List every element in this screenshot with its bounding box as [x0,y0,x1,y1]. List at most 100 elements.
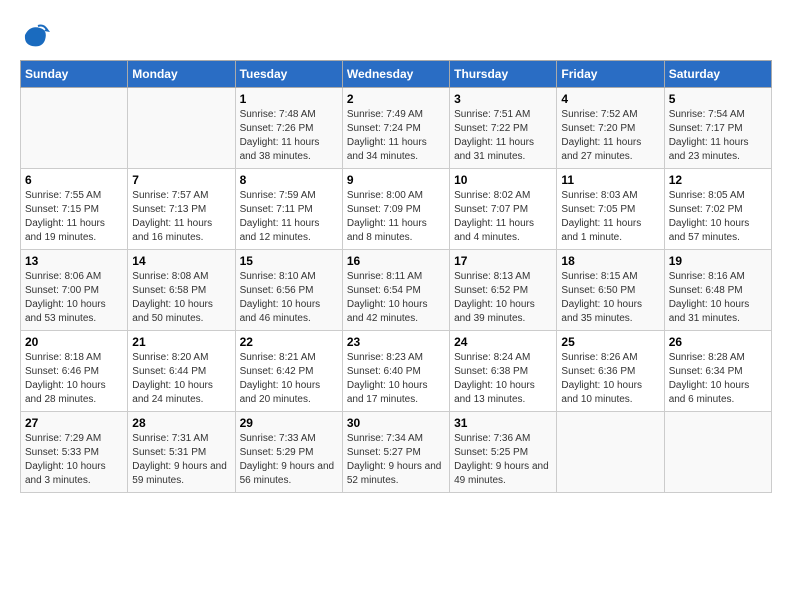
day-info: Sunrise: 7:51 AMSunset: 7:22 PMDaylight:… [454,108,552,164]
column-header-monday: Monday [128,61,235,88]
logo-icon [20,20,50,50]
day-number: 22 [240,335,338,349]
day-info: Sunrise: 8:13 AMSunset: 6:52 PMDaylight:… [454,270,552,326]
day-info: Sunrise: 7:57 AMSunset: 7:13 PMDaylight:… [132,189,230,245]
calendar-cell: 27Sunrise: 7:29 AMSunset: 5:33 PMDayligh… [21,412,128,493]
day-number: 19 [669,254,767,268]
day-number: 1 [240,92,338,106]
day-number: 14 [132,254,230,268]
calendar-cell: 19 Sunrise: 8:16 AMSunset: 6:48 PMDayligh… [664,250,771,331]
day-info: Sunrise: 8:20 AMSunset: 6:44 PMDaylight:… [132,351,230,407]
calendar-cell: 29 Sunrise: 7:33 AMSunset: 5:29 PMDayligh… [235,412,342,493]
calendar-cell: 22 Sunrise: 8:21 AMSunset: 6:42 PMDayligh… [235,331,342,412]
day-info: Sunrise: 7:54 AMSunset: 7:17 PMDaylight:… [669,108,767,164]
calendar-cell: 25 Sunrise: 8:26 AMSunset: 6:36 PMDayligh… [557,331,664,412]
day-number: 20 [25,335,123,349]
day-number: 15 [240,254,338,268]
day-info: Sunrise: 8:11 AMSunset: 6:54 PMDaylight:… [347,270,445,326]
calendar-cell: 15 Sunrise: 8:10 AMSunset: 6:56 PMDayligh… [235,250,342,331]
column-header-tuesday: Tuesday [235,61,342,88]
day-info: Sunrise: 8:16 AMSunset: 6:48 PMDaylight:… [669,270,767,326]
day-number: 4 [561,92,659,106]
calendar-week-row: 13 Sunrise: 8:06 AMSunset: 7:00 PMDayligh… [21,250,772,331]
calendar-cell: 6Sunrise: 7:55 AMSunset: 7:15 PMDaylight… [21,169,128,250]
day-number: 12 [669,173,767,187]
header-row: SundayMondayTuesdayWednesdayThursdayFrid… [21,61,772,88]
column-header-friday: Friday [557,61,664,88]
calendar-cell: 2 Sunrise: 7:49 AMSunset: 7:24 PMDaylight… [342,88,449,169]
day-info: Sunrise: 8:06 AMSunset: 7:00 PMDaylight:… [25,270,123,326]
calendar-table: SundayMondayTuesdayWednesdayThursdayFrid… [20,60,772,493]
calendar-week-row: 6Sunrise: 7:55 AMSunset: 7:15 PMDaylight… [21,169,772,250]
day-info: Sunrise: 8:26 AMSunset: 6:36 PMDaylight:… [561,351,659,407]
day-number: 16 [347,254,445,268]
column-header-saturday: Saturday [664,61,771,88]
calendar-cell [128,88,235,169]
calendar-cell: 12 Sunrise: 8:05 AMSunset: 7:02 PMDayligh… [664,169,771,250]
header [20,20,772,50]
day-number: 24 [454,335,552,349]
day-info: Sunrise: 8:15 AMSunset: 6:50 PMDaylight:… [561,270,659,326]
calendar-cell: 18Sunrise: 8:15 AMSunset: 6:50 PMDayligh… [557,250,664,331]
calendar-cell: 11Sunrise: 8:03 AMSunset: 7:05 PMDayligh… [557,169,664,250]
day-number: 23 [347,335,445,349]
column-header-sunday: Sunday [21,61,128,88]
calendar-cell [557,412,664,493]
day-number: 7 [132,173,230,187]
calendar-cell: 21 Sunrise: 8:20 AMSunset: 6:44 PMDayligh… [128,331,235,412]
calendar-cell: 9Sunrise: 8:00 AMSunset: 7:09 PMDaylight… [342,169,449,250]
calendar-cell: 26Sunrise: 8:28 AMSunset: 6:34 PMDayligh… [664,331,771,412]
day-info: Sunrise: 7:48 AMSunset: 7:26 PMDaylight:… [240,108,338,164]
calendar-week-row: 1 Sunrise: 7:48 AMSunset: 7:26 PMDaylight… [21,88,772,169]
day-number: 5 [669,92,767,106]
day-number: 10 [454,173,552,187]
calendar-week-row: 20 Sunrise: 8:18 AMSunset: 6:46 PMDayligh… [21,331,772,412]
day-info: Sunrise: 8:10 AMSunset: 6:56 PMDaylight:… [240,270,338,326]
day-number: 17 [454,254,552,268]
calendar-cell: 8 Sunrise: 7:59 AMSunset: 7:11 PMDaylight… [235,169,342,250]
day-number: 29 [240,416,338,430]
day-info: Sunrise: 8:05 AMSunset: 7:02 PMDaylight:… [669,189,767,245]
calendar-cell: 20 Sunrise: 8:18 AMSunset: 6:46 PMDayligh… [21,331,128,412]
calendar-cell: 16 Sunrise: 8:11 AMSunset: 6:54 PMDayligh… [342,250,449,331]
calendar-page: SundayMondayTuesdayWednesdayThursdayFrid… [0,0,792,513]
day-info: Sunrise: 7:33 AMSunset: 5:29 PMDaylight:… [240,432,338,488]
day-number: 8 [240,173,338,187]
day-info: Sunrise: 8:23 AMSunset: 6:40 PMDaylight:… [347,351,445,407]
calendar-cell [664,412,771,493]
calendar-cell: 30Sunrise: 7:34 AMSunset: 5:27 PMDayligh… [342,412,449,493]
day-number: 13 [25,254,123,268]
day-info: Sunrise: 8:18 AMSunset: 6:46 PMDaylight:… [25,351,123,407]
calendar-cell: 10 Sunrise: 8:02 AMSunset: 7:07 PMDayligh… [450,169,557,250]
day-info: Sunrise: 8:08 AMSunset: 6:58 PMDaylight:… [132,270,230,326]
column-header-wednesday: Wednesday [342,61,449,88]
calendar-cell: 4Sunrise: 7:52 AMSunset: 7:20 PMDaylight… [557,88,664,169]
day-number: 11 [561,173,659,187]
calendar-cell: 5 Sunrise: 7:54 AMSunset: 7:17 PMDaylight… [664,88,771,169]
day-number: 27 [25,416,123,430]
day-number: 30 [347,416,445,430]
calendar-cell: 14 Sunrise: 8:08 AMSunset: 6:58 PMDayligh… [128,250,235,331]
calendar-cell: 13 Sunrise: 8:06 AMSunset: 7:00 PMDayligh… [21,250,128,331]
day-number: 9 [347,173,445,187]
day-number: 25 [561,335,659,349]
calendar-cell [21,88,128,169]
day-number: 2 [347,92,445,106]
day-info: Sunrise: 8:02 AMSunset: 7:07 PMDaylight:… [454,189,552,245]
day-info: Sunrise: 7:49 AMSunset: 7:24 PMDaylight:… [347,108,445,164]
day-info: Sunrise: 7:59 AMSunset: 7:11 PMDaylight:… [240,189,338,245]
day-info: Sunrise: 7:31 AMSunset: 5:31 PMDaylight:… [132,432,230,488]
calendar-cell: 1 Sunrise: 7:48 AMSunset: 7:26 PMDaylight… [235,88,342,169]
day-info: Sunrise: 8:21 AMSunset: 6:42 PMDaylight:… [240,351,338,407]
calendar-cell: 3 Sunrise: 7:51 AMSunset: 7:22 PMDaylight… [450,88,557,169]
day-number: 21 [132,335,230,349]
day-number: 3 [454,92,552,106]
calendar-cell: 23 Sunrise: 8:23 AMSunset: 6:40 PMDayligh… [342,331,449,412]
calendar-cell: 28 Sunrise: 7:31 AMSunset: 5:31 PMDayligh… [128,412,235,493]
day-number: 28 [132,416,230,430]
calendar-week-row: 27Sunrise: 7:29 AMSunset: 5:33 PMDayligh… [21,412,772,493]
day-number: 26 [669,335,767,349]
calendar-cell: 7 Sunrise: 7:57 AMSunset: 7:13 PMDaylight… [128,169,235,250]
logo [20,20,54,50]
calendar-cell: 31Sunrise: 7:36 AMSunset: 5:25 PMDayligh… [450,412,557,493]
